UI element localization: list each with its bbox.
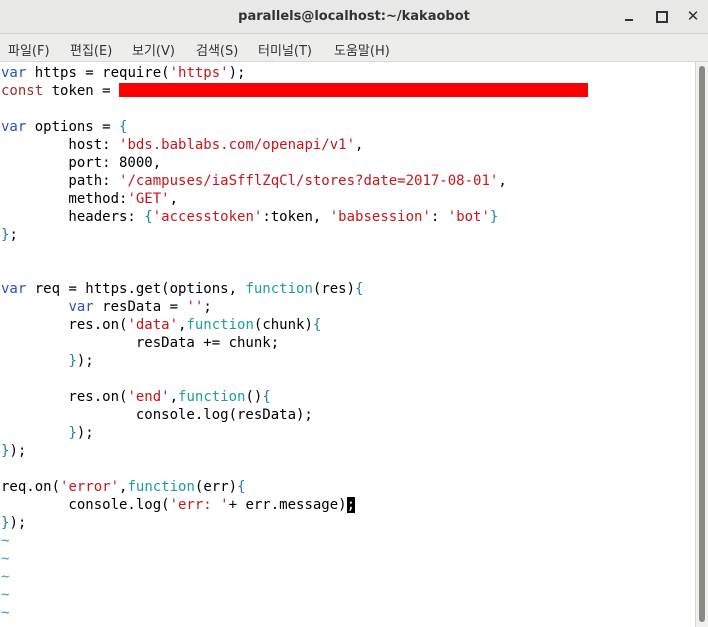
code-line-13: var req = https.get(options, function(re… — [1, 281, 364, 297]
empty-line-marker: ~ — [1, 587, 10, 603]
title-bar[interactable]: parallels@localhost:~/kakaobot ✕ — [0, 0, 708, 34]
menu-view[interactable]: 보기(V) — [132, 40, 175, 59]
terminal-window: parallels@localhost:~/kakaobot ✕ 파일(F) 편… — [0, 0, 708, 627]
empty-line-marker: ~ — [1, 569, 10, 585]
code-line-6: port: 8000, — [1, 155, 162, 171]
code-line-14: var resData = ''; — [68, 299, 212, 315]
text-cursor: ; — [346, 497, 356, 513]
close-icon[interactable]: ✕ — [686, 9, 700, 24]
empty-line-marker: ~ — [1, 533, 10, 549]
menu-edit[interactable]: 편집(E) — [70, 40, 112, 59]
code-line-5: host: 'bds.bablabs.com/openapi/v1', — [1, 137, 364, 153]
empty-line-marker: ~ — [1, 551, 10, 567]
redacted-token — [119, 83, 589, 97]
code-line-22: }); — [1, 443, 27, 459]
menu-file[interactable]: 파일(F) — [8, 40, 50, 59]
code-line-8: method:'GET', — [1, 191, 179, 207]
code-line-25: console.log('err: '+ err.message); — [1, 497, 356, 513]
code-line-20: console.log(resData); — [1, 407, 313, 423]
scrollbar-thumb[interactable] — [699, 66, 705, 622]
menu-terminal[interactable]: 터미널(T) — [258, 40, 312, 59]
code-line-21: }); — [68, 425, 94, 441]
code-line-9: headers: {'accesstoken':token, 'babsessi… — [1, 209, 499, 225]
code-line-7: path: '/campuses/iaSfflZqCl/stores?date=… — [1, 173, 507, 189]
empty-line-marker: ~ — [1, 605, 10, 621]
menu-help[interactable]: 도움말(H) — [334, 40, 390, 59]
code-line-19: res.on('end',function(){ — [1, 389, 271, 405]
maximize-icon[interactable] — [654, 9, 668, 23]
vertical-scrollbar[interactable] — [695, 62, 708, 627]
code-line-2: const token = — [1, 82, 589, 100]
code-line-17: }); — [68, 353, 94, 369]
code-line-15: res.on('data',function(chunk){ — [1, 317, 322, 333]
window-title: parallels@localhost:~/kakaobot — [238, 9, 470, 24]
menu-bar: 파일(F) 편집(E) 보기(V) 검색(S) 터미널(T) 도움말(H) — [0, 34, 708, 62]
menu-search[interactable]: 검색(S) — [196, 40, 238, 59]
code-line-10: }; — [1, 227, 18, 243]
code-line-4: var options = { — [1, 119, 128, 135]
vim-editor[interactable]: var https = require('https'); const toke… — [0, 62, 695, 627]
code-line-16: resData += chunk; — [1, 335, 280, 351]
code-line-1: var https = require('https'); — [1, 65, 246, 81]
code-line-26: }); — [1, 515, 27, 531]
minimize-icon[interactable] — [622, 9, 636, 23]
code-line-24: req.on('error',function(err){ — [1, 479, 246, 495]
